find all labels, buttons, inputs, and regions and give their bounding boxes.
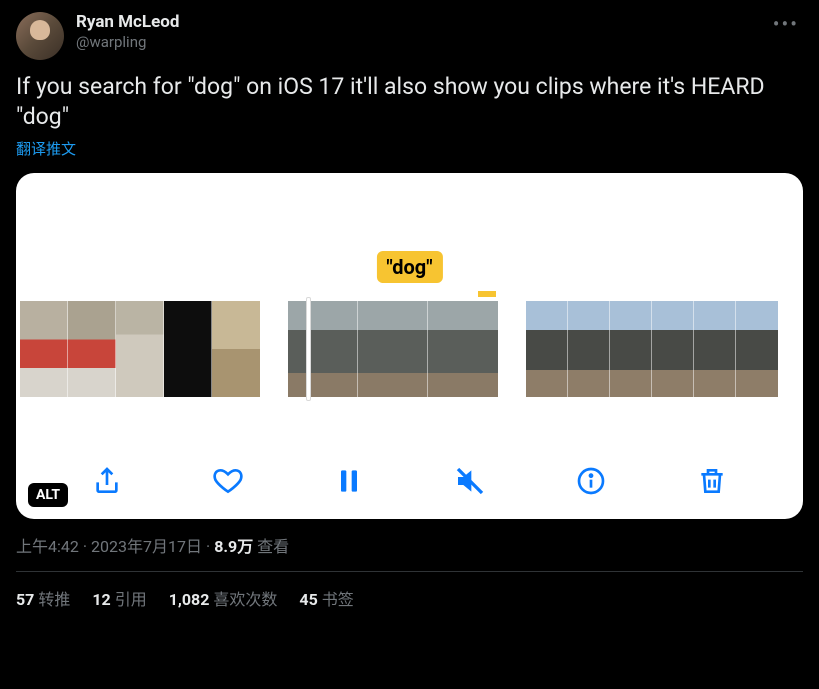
author-handle[interactable]: @warpling xyxy=(76,32,757,52)
trash-icon[interactable] xyxy=(692,461,732,501)
marker-tick xyxy=(478,291,496,297)
tweet-meta: 上午4:42·2023年7月17日·8.9万 查看 xyxy=(16,533,803,572)
media-card[interactable]: "dog" xyxy=(16,173,803,519)
stat-likes[interactable]: 1,082喜欢次数 xyxy=(169,586,278,610)
video-frame xyxy=(358,301,428,397)
playhead[interactable] xyxy=(306,297,311,401)
clip-group[interactable] xyxy=(20,301,260,397)
clip-group[interactable] xyxy=(288,301,498,397)
stat-quotes[interactable]: 12引用 xyxy=(92,586,146,610)
video-frame xyxy=(68,301,116,397)
video-frame xyxy=(164,301,212,397)
tweet-date[interactable]: 2023年7月17日 xyxy=(91,537,202,556)
tweet-time[interactable]: 上午4:42 xyxy=(16,537,79,556)
view-count: 8.9万 xyxy=(214,537,253,556)
video-frame xyxy=(526,301,568,397)
more-icon[interactable]: ••• xyxy=(769,12,803,36)
video-frame xyxy=(568,301,610,397)
author-name[interactable]: Ryan McLeod xyxy=(76,12,757,32)
alt-badge[interactable]: ALT xyxy=(28,483,68,507)
stat-bookmarks[interactable]: 45书签 xyxy=(299,586,353,610)
avatar[interactable] xyxy=(16,12,64,60)
tweet-text: If you search for "dog" on iOS 17 it'll … xyxy=(16,72,803,132)
video-frame xyxy=(610,301,652,397)
translate-link[interactable]: 翻译推文 xyxy=(16,138,76,159)
pause-icon[interactable] xyxy=(329,461,369,501)
video-frame xyxy=(652,301,694,397)
view-label: 查看 xyxy=(257,537,289,556)
mute-icon[interactable] xyxy=(450,461,490,501)
video-frame xyxy=(694,301,736,397)
heart-icon[interactable] xyxy=(208,461,248,501)
video-frame xyxy=(428,301,498,397)
stat-retweets[interactable]: 57转推 xyxy=(16,586,70,610)
video-frame xyxy=(288,301,358,397)
share-icon[interactable] xyxy=(87,461,127,501)
search-term-badge: "dog" xyxy=(376,251,442,283)
clip-group[interactable] xyxy=(526,301,778,397)
video-scrubber[interactable] xyxy=(16,301,803,397)
video-frame xyxy=(212,301,260,397)
video-frame xyxy=(20,301,68,397)
video-frame xyxy=(736,301,778,397)
info-icon[interactable] xyxy=(571,461,611,501)
video-frame xyxy=(116,301,164,397)
